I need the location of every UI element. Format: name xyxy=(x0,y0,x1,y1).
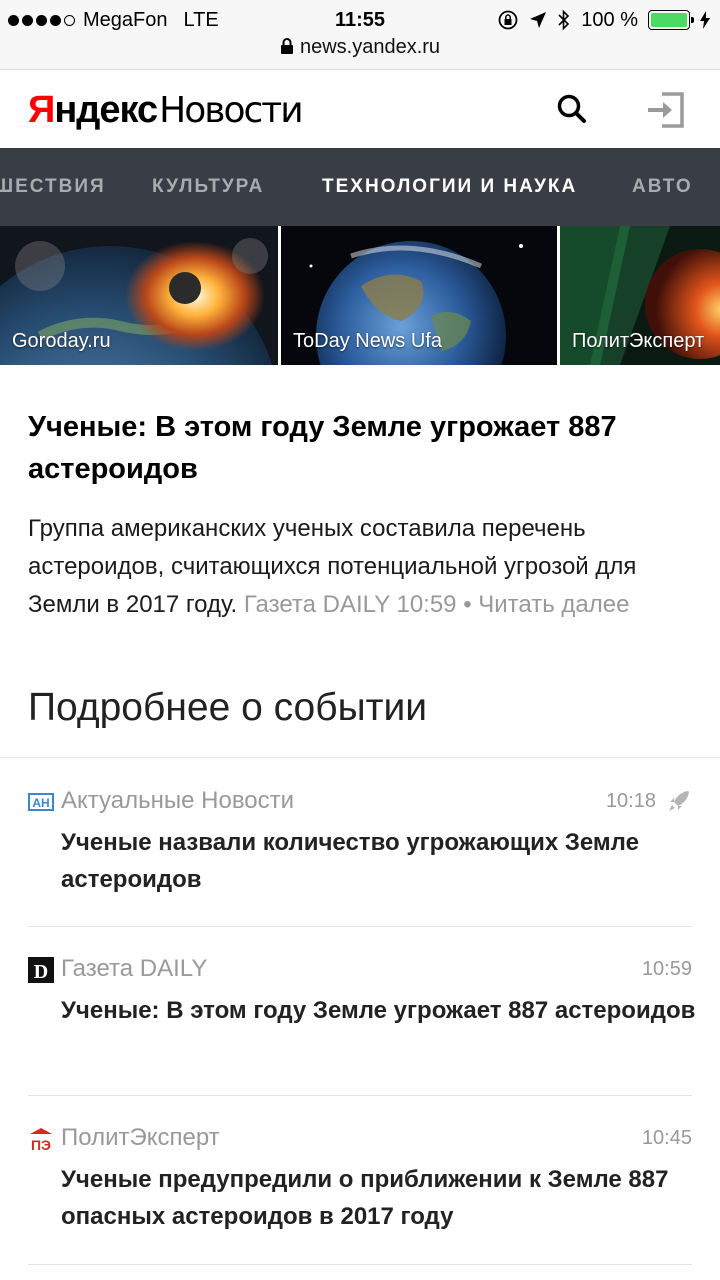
item-title[interactable]: Ученые назвали количество угрожающих Зем… xyxy=(61,824,701,898)
tab-culture[interactable]: КУЛЬТУРА xyxy=(152,148,264,226)
article-summary: Группа американских ученых составила пер… xyxy=(28,510,708,624)
item-title[interactable]: Ученые: В этом году Земле угрожает 887 а… xyxy=(61,992,701,1029)
image-carousel: Goroday.ru ToDay News Ufa ПолитЭксперт xyxy=(0,226,720,365)
status-bar: MegaFon LTE 11:55 100 % news.yandex.ru xyxy=(0,0,720,70)
publish-time: 10:45 xyxy=(641,1127,692,1149)
source-name[interactable]: ПолитЭксперт xyxy=(61,1123,220,1153)
site-header: ЯндексНовости xyxy=(0,70,720,148)
logo-ya: Я xyxy=(28,89,55,131)
rocket-icon xyxy=(669,791,689,811)
bluetooth-icon xyxy=(558,9,570,31)
news-image[interactable]: ToDay News Ufa xyxy=(281,226,557,365)
list-divider xyxy=(28,926,692,927)
list-divider xyxy=(28,1095,692,1096)
read-more-link[interactable]: • Читать далее xyxy=(463,591,629,618)
logo-news: Новости xyxy=(159,90,303,131)
charging-icon xyxy=(700,11,710,29)
news-image[interactable]: Goroday.ru xyxy=(0,226,278,365)
list-divider xyxy=(28,1264,692,1265)
url-text: news.yandex.ru xyxy=(299,36,441,58)
gazeta-daily-logo-icon: D xyxy=(28,957,54,983)
svg-text:АН: АН xyxy=(32,796,49,810)
section-title: Подробнее о событии xyxy=(28,686,428,729)
image-caption: Goroday.ru xyxy=(12,330,111,352)
lock-icon xyxy=(280,38,293,54)
article-source[interactable]: Газета DAILY xyxy=(244,591,390,618)
source-name[interactable]: Актуальные Новости xyxy=(61,786,294,816)
source-name[interactable]: Газета DAILY xyxy=(61,954,207,984)
publish-time: 10:18 xyxy=(605,790,656,812)
image-caption: ПолитЭксперт xyxy=(572,330,705,352)
logo-ndex: ндекс xyxy=(54,89,158,131)
location-arrow-icon xyxy=(530,12,547,28)
search-icon[interactable] xyxy=(552,90,592,130)
category-tabs: ШЕСТВИЯ КУЛЬТУРА ТЕХНОЛОГИИ И НАУКА АВТО xyxy=(0,148,720,226)
article-time: 10:59 xyxy=(396,591,457,618)
image-caption: ToDay News Ufa xyxy=(293,330,442,352)
aktualnye-novosti-logo-icon: АН xyxy=(28,793,54,811)
svg-text:ПЭ: ПЭ xyxy=(31,1137,51,1152)
article-headline[interactable]: Ученые: В этом году Земле угрожает 887 а… xyxy=(28,406,698,490)
news-image[interactable]: ПолитЭксперт xyxy=(560,226,720,365)
yandex-news-logo[interactable]: ЯндексНовости xyxy=(28,89,304,131)
rotation-lock-icon xyxy=(498,10,518,30)
tab-travel[interactable]: ШЕСТВИЯ xyxy=(0,148,106,226)
politexpert-logo-icon: ПЭ xyxy=(30,1128,52,1152)
address-bar[interactable]: news.yandex.ru xyxy=(0,34,720,60)
publish-time: 10:59 xyxy=(641,958,692,980)
tab-auto[interactable]: АВТО xyxy=(632,148,693,226)
svg-text:D: D xyxy=(34,961,48,983)
login-icon[interactable] xyxy=(644,88,688,132)
item-title[interactable]: Ученые предупредили о приближении к Земл… xyxy=(61,1161,701,1235)
tab-technology-science[interactable]: ТЕХНОЛОГИИ И НАУКА xyxy=(322,148,577,226)
battery-icon xyxy=(648,10,694,30)
section-divider xyxy=(0,757,720,758)
battery-percent: 100 % xyxy=(581,8,638,31)
